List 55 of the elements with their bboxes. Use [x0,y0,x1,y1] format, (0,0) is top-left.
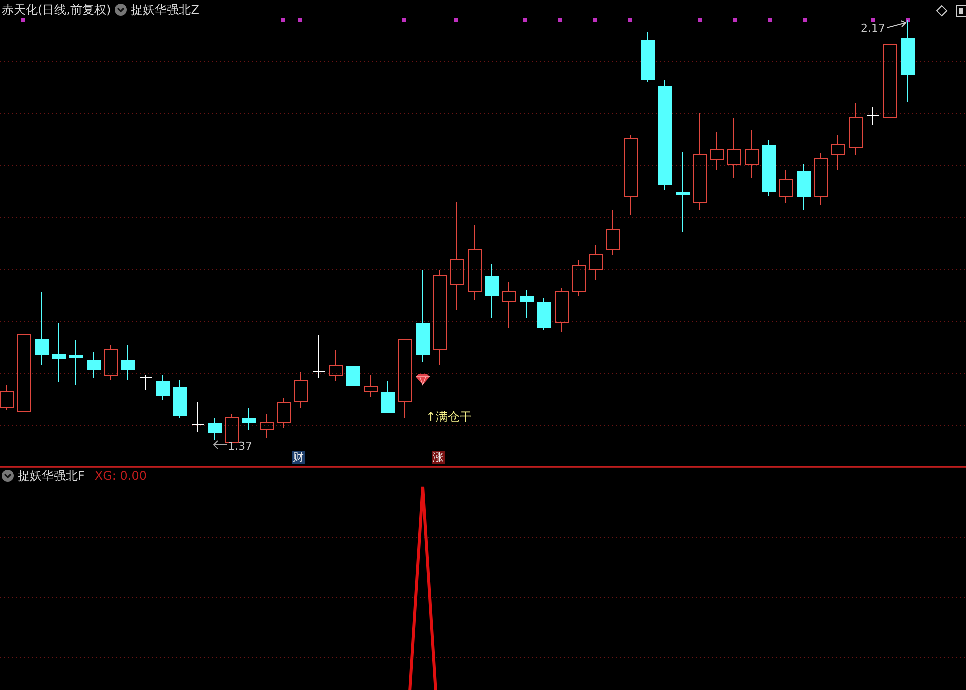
rising-candlestick [606,210,620,256]
falling-candlestick [52,322,66,382]
rising-candlestick [260,414,274,438]
falling-candlestick [762,140,776,196]
falling-candlestick [537,298,551,330]
dropdown-icon[interactable] [2,470,14,482]
diamond-icon[interactable] [936,5,948,17]
doji-candlestick [866,106,880,126]
rising-candlestick [364,374,378,398]
arrow-icon [887,20,908,30]
falling-candlestick [87,352,101,378]
rising-candlestick [555,288,569,332]
rising-candlestick [814,152,828,206]
falling-candlestick [69,340,83,386]
indicator-name: 捉妖华强北F [18,469,85,483]
doji-candlestick [192,402,204,432]
arrow-icon [213,440,227,450]
indicator-name: 捉妖华强北Z [131,3,200,17]
panel-toggle-icon[interactable] [956,5,966,17]
doji-candlestick [312,334,326,378]
falling-candlestick [485,264,499,318]
falling-candlestick [520,290,534,318]
falling-candlestick [641,32,655,82]
rising-candlestick [779,170,793,204]
falling-candlestick [173,380,187,418]
falling-candlestick [381,380,395,414]
signal-marker: 涨 [432,451,445,464]
falling-candlestick [121,344,135,380]
rising-candlestick [727,118,741,178]
doji-candlestick [140,374,152,390]
rising-candlestick [329,350,343,382]
low-price-label: 1.37 [228,440,252,453]
rising-candlestick [0,384,14,410]
rising-candlestick [104,344,118,380]
rising-candlestick [294,372,308,408]
falling-candlestick [208,418,222,440]
rising-candlestick [589,244,603,280]
falling-candlestick [346,366,360,386]
signal-marker: 财 [292,451,305,464]
rising-candlestick [849,102,863,156]
falling-candlestick [156,374,170,400]
rising-candlestick [831,134,845,170]
signal-text: ↑满仓干 [426,410,472,425]
rising-candlestick [572,260,586,296]
rising-candlestick [277,398,291,428]
gem-icon [415,373,431,386]
falling-candlestick [242,408,256,430]
rising-candlestick [710,132,724,170]
rising-candlestick [502,282,516,328]
dropdown-icon[interactable] [115,4,128,16]
falling-candlestick [797,164,811,210]
chart-title: 赤天化(日线,前复权) [2,3,112,17]
rising-candlestick [745,130,759,178]
high-price-label: 2.17 [861,22,886,35]
indicator-reading: XG: 0.00 [94,469,148,483]
